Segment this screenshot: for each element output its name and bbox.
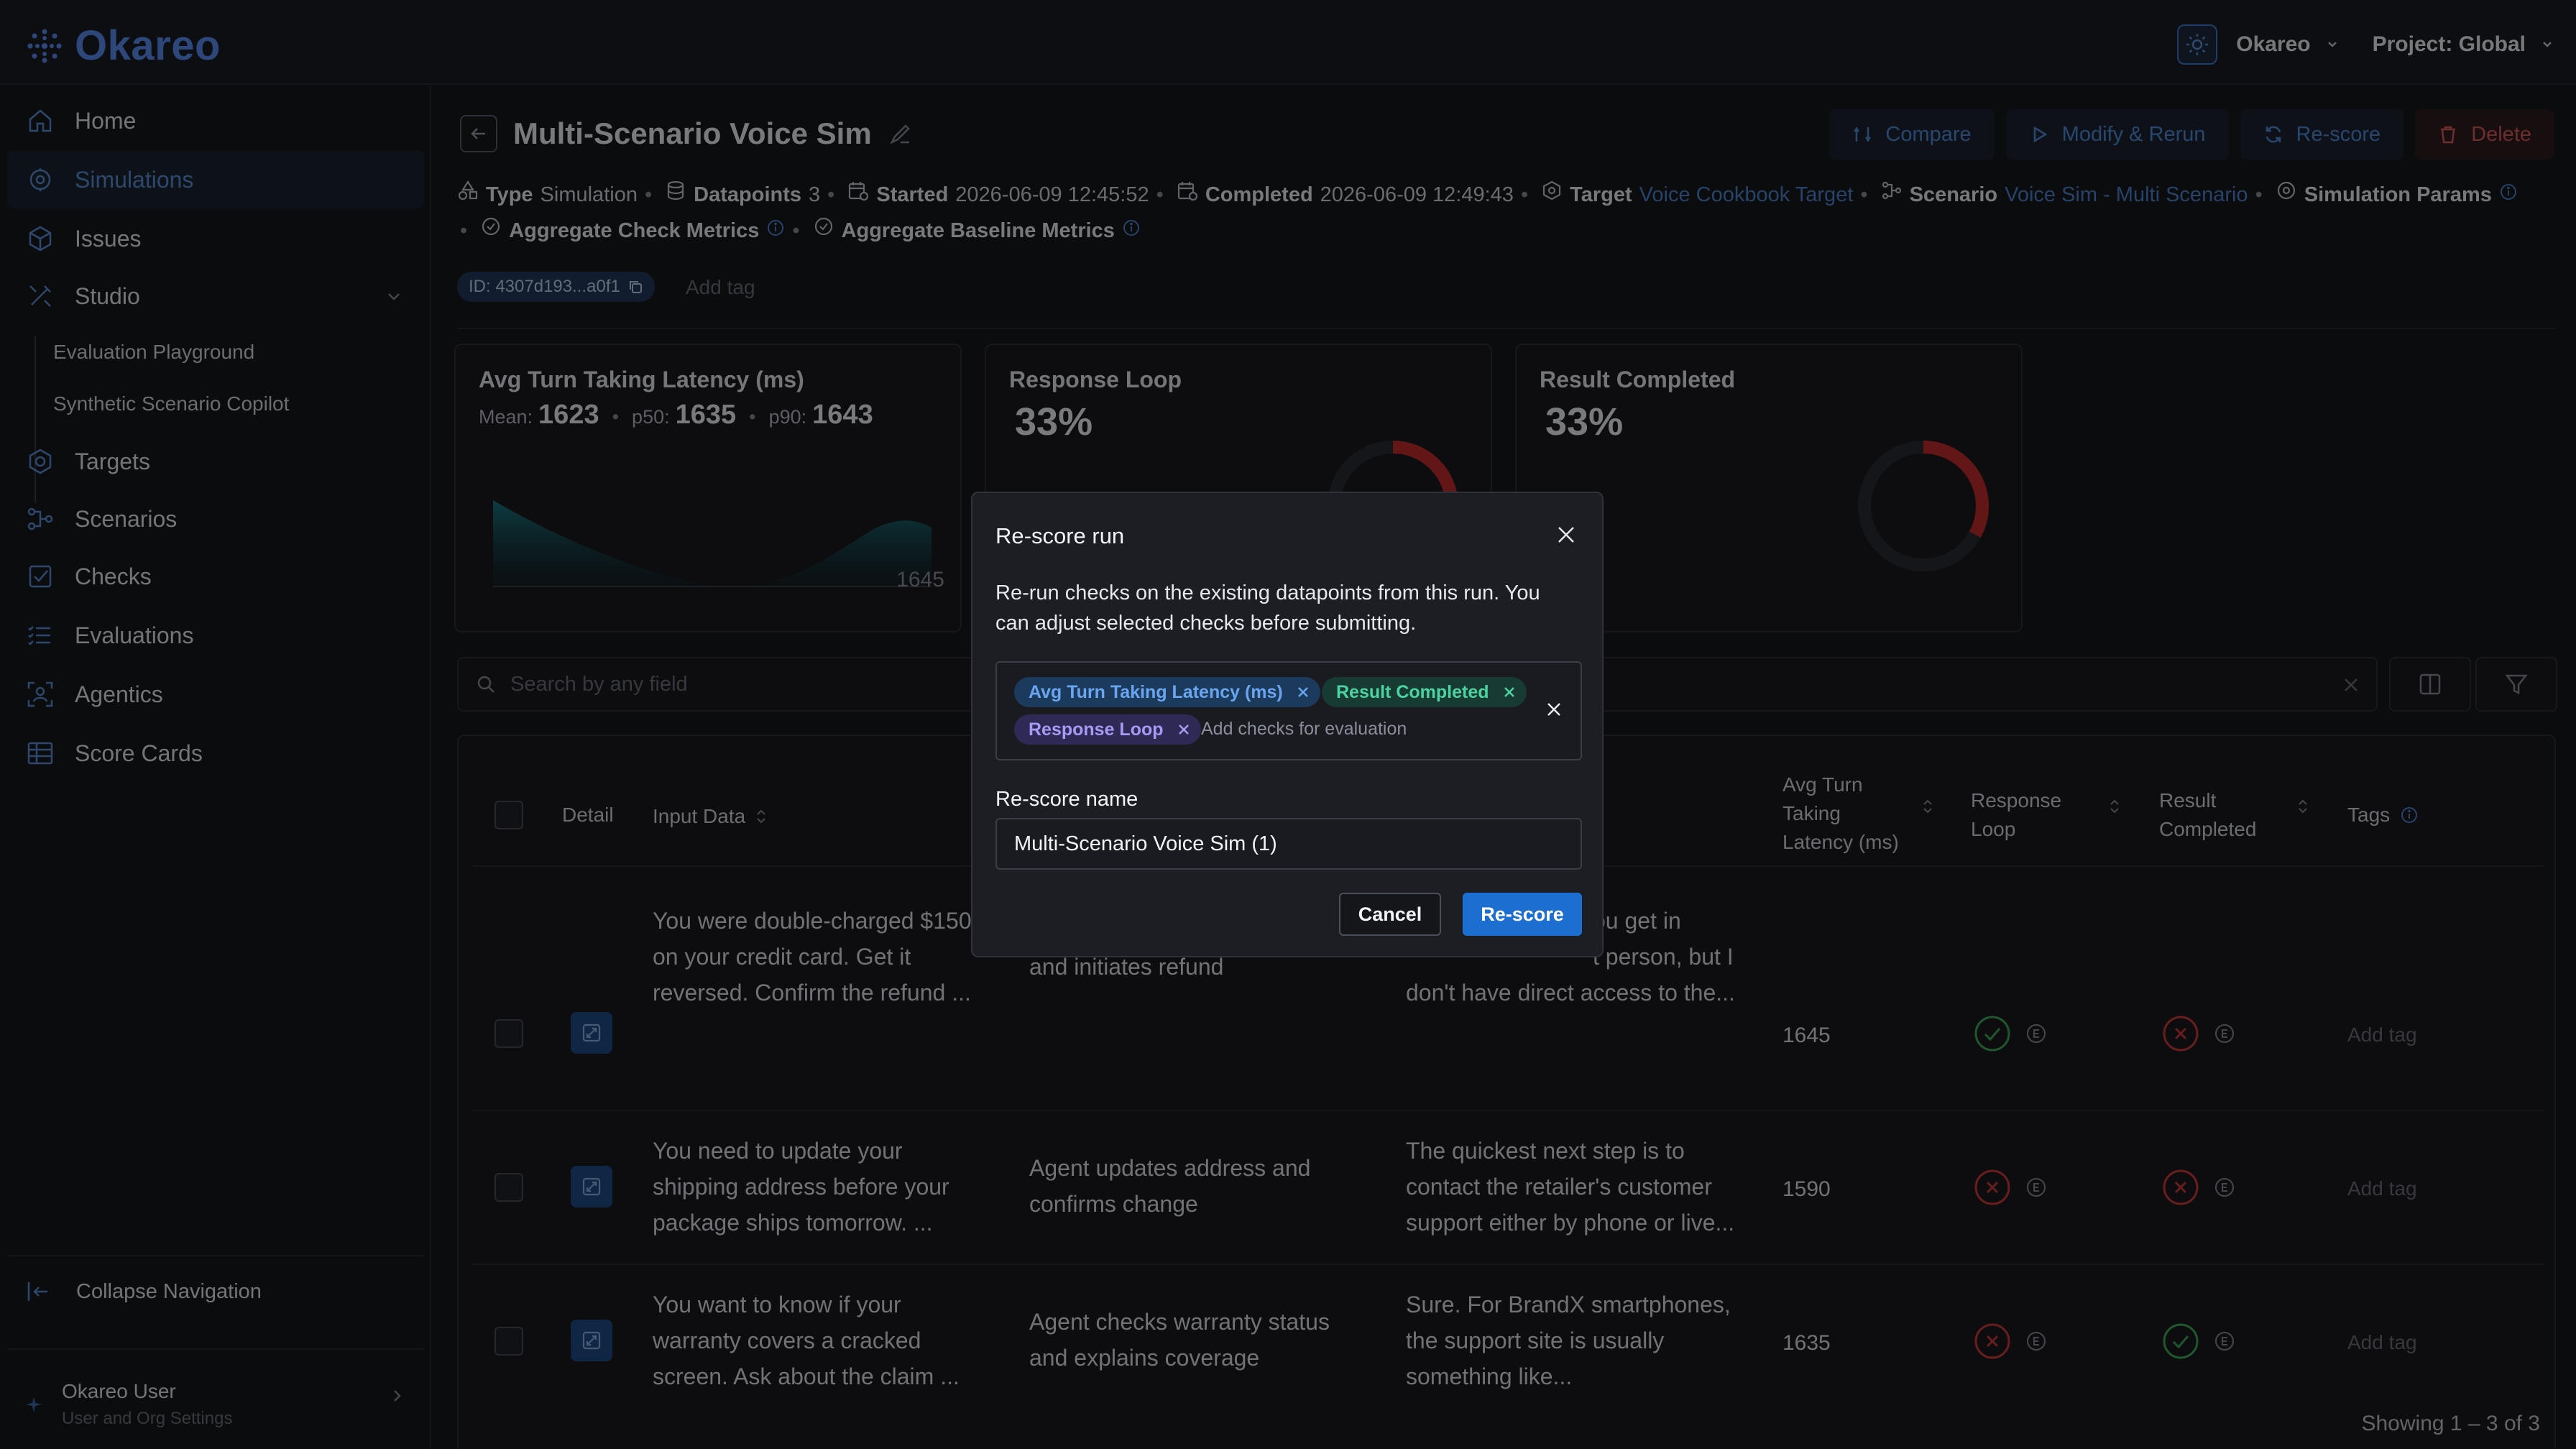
dialog-description: Re-run checks on the existing datapoints… [995,581,1540,635]
rescore-name-input[interactable] [995,818,1582,870]
remove-chip-icon[interactable] [1177,722,1191,737]
remove-chip-icon[interactable] [1502,685,1517,699]
check-chip-result-completed: Result Completed [1322,677,1527,707]
rescore-dialog: Re-score run Re-run checks on the existi… [971,492,1604,957]
submit-rescore-button[interactable]: Re-score [1463,893,1582,936]
rescore-name-label: Re-score name [995,788,1138,811]
clear-all-icon[interactable] [1543,699,1565,720]
check-chip-avg-turn-taking-latency: Avg Turn Taking Latency (ms) [1014,677,1320,707]
checks-multiselect[interactable]: Avg Turn Taking Latency (ms) Result Comp… [995,661,1582,760]
dialog-title: Re-score run [995,523,1125,548]
check-chip-response-loop: Response Loop [1014,714,1201,745]
close-icon[interactable] [1555,523,1578,546]
cancel-button[interactable]: Cancel [1339,893,1441,936]
remove-chip-icon[interactable] [1296,685,1310,699]
checks-placeholder[interactable]: Add checks for evaluation [1201,719,1407,740]
